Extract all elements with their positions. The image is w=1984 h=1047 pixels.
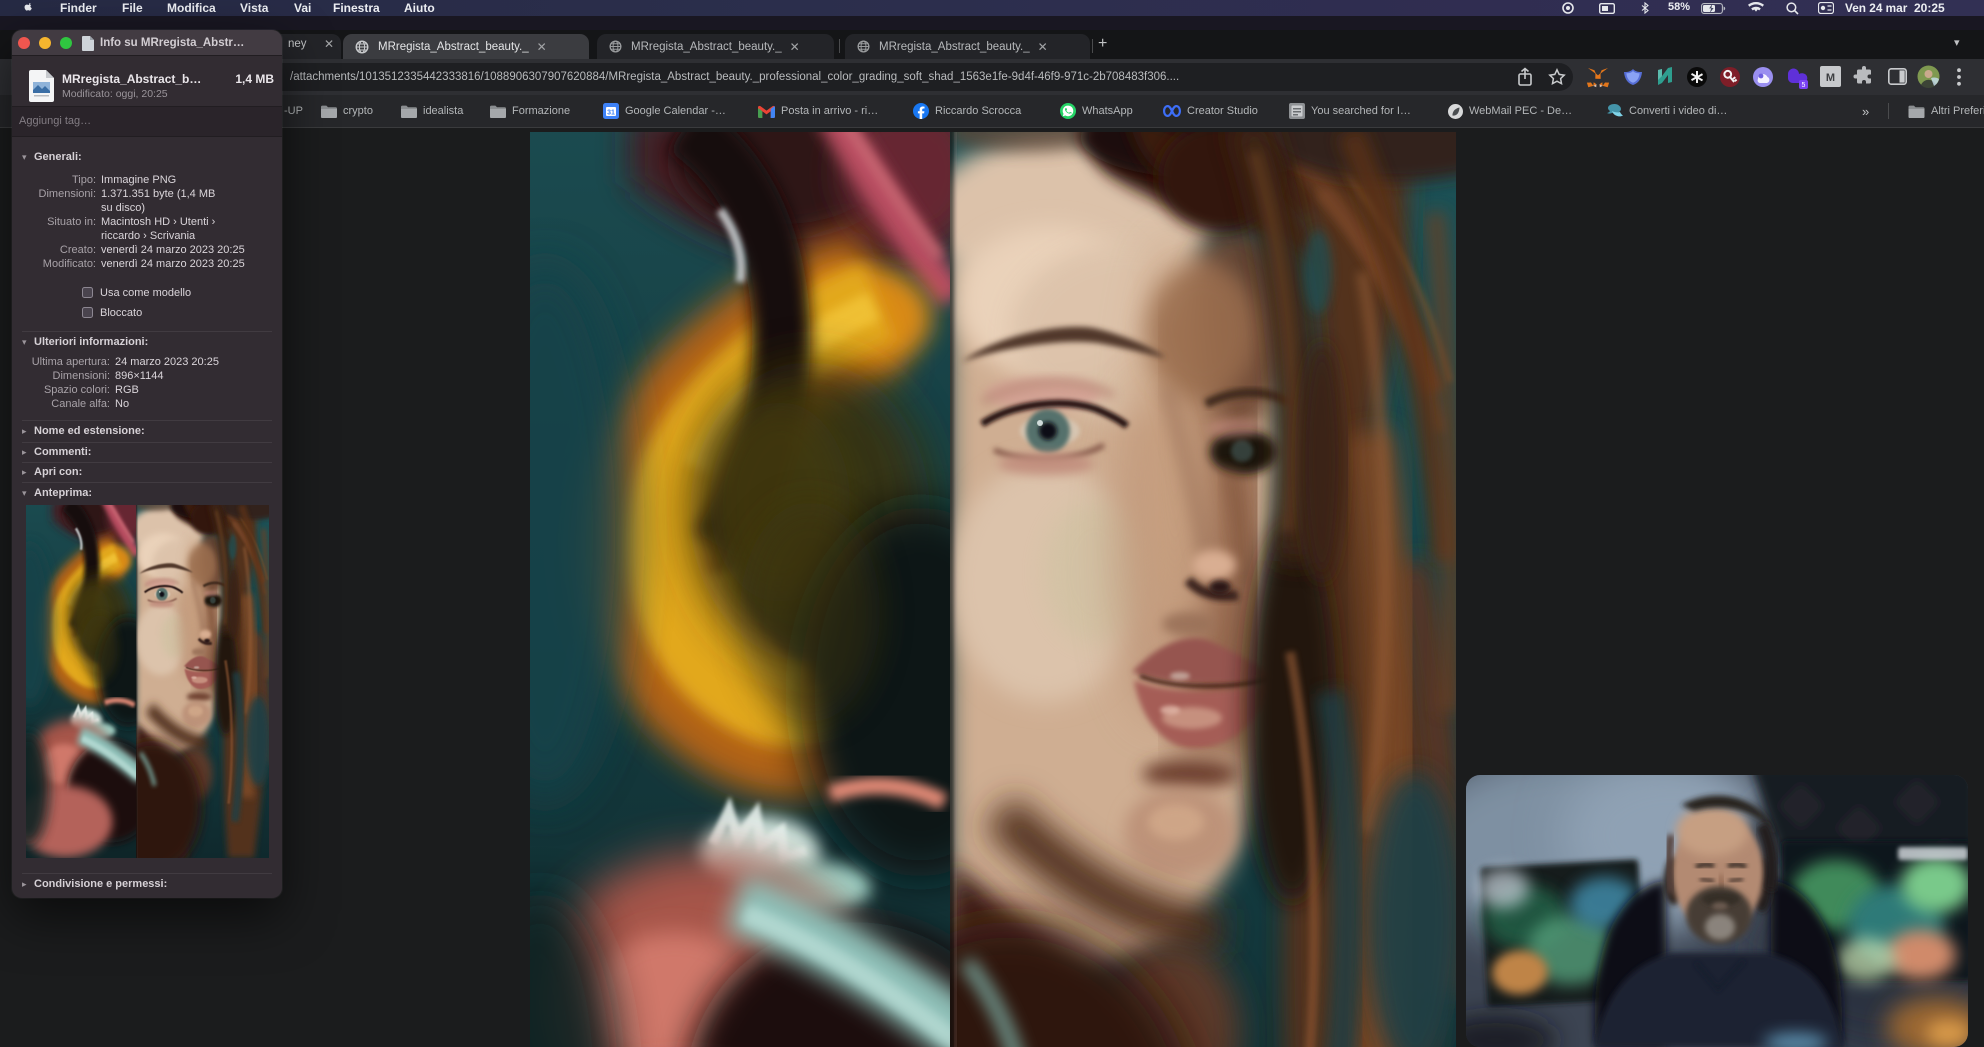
svg-text:31: 31 [607, 110, 615, 117]
svg-text:M: M [1826, 72, 1835, 84]
svg-text:5: 5 [1802, 82, 1806, 89]
